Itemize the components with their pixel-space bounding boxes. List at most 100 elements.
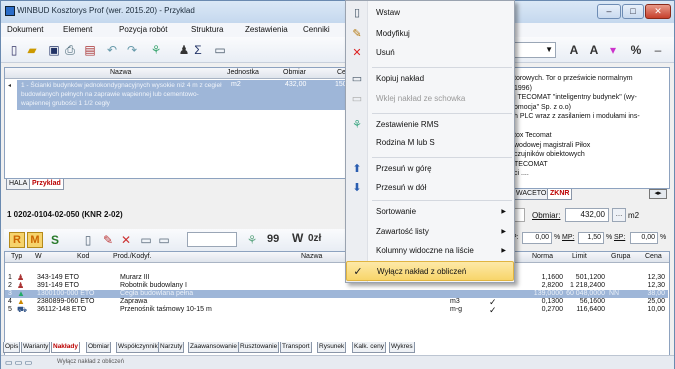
- obmiar-input[interactable]: 432,00: [565, 208, 609, 222]
- close-button[interactable]: ✕: [645, 4, 671, 19]
- menu-item[interactable]: Zawartość listy ▶: [346, 222, 514, 242]
- col-jednostka[interactable]: Jednostka: [227, 69, 259, 76]
- col-prod[interactable]: Prod./Kodyf.: [113, 253, 152, 260]
- percent-icon[interactable]: %: [629, 43, 643, 57]
- resource-search-input[interactable]: [187, 232, 237, 247]
- col-nazwa[interactable]: Nazwa: [110, 69, 131, 76]
- bottom-tab[interactable]: Rusztowanie: [238, 342, 280, 353]
- filter-icon[interactable]: ▾: [606, 43, 620, 57]
- expand-arrow-icon[interactable]: ◂: [8, 82, 11, 89]
- redo-icon[interactable]: ↷: [125, 43, 139, 57]
- menu-dokument[interactable]: Dokument: [7, 25, 43, 34]
- sum-icon[interactable]: Σ: [191, 43, 205, 57]
- table-row[interactable]: ♟ 2 391-149 ETO Robotnik budowlany I 2,8200 1…: [5, 281, 668, 290]
- copy-resource-icon[interactable]: ▭: [139, 233, 153, 247]
- filter-w-button[interactable]: W: [292, 231, 303, 245]
- obmiar-calc-button[interactable]: …: [612, 208, 626, 222]
- p-percent: %: [554, 234, 561, 241]
- menu-cenniki[interactable]: Cenniki: [303, 25, 330, 34]
- materials-icon[interactable]: ⚘: [149, 43, 163, 57]
- open-folder-icon[interactable]: ▰: [25, 43, 39, 57]
- p-input[interactable]: 0,00: [522, 232, 552, 244]
- tab-zknr[interactable]: ZKNR: [547, 189, 573, 200]
- bottom-tab[interactable]: Transport: [280, 342, 312, 353]
- table-row[interactable]: ▲ 4 2380899-060 ETO Zaprawa m3 0,1300 56,1600 2…: [5, 297, 668, 307]
- menu-item[interactable]: Sortowanie ▶: [346, 202, 514, 222]
- menu-struktura[interactable]: Struktura: [191, 25, 223, 34]
- bottom-tab[interactable]: Kalk. ceny: [352, 342, 386, 353]
- edit-doc-icon[interactable]: ✎: [101, 233, 115, 247]
- sp-input[interactable]: 0,00: [630, 232, 658, 244]
- menu-pozycja[interactable]: Pozycja robót: [119, 25, 167, 34]
- col-grupa[interactable]: Grupa: [611, 253, 630, 260]
- col-typ[interactable]: Typ: [11, 253, 22, 260]
- bottom-tab[interactable]: Wykres: [389, 342, 415, 353]
- minimize-button[interactable]: –: [597, 4, 621, 19]
- print-icon[interactable]: ⎙: [63, 43, 77, 57]
- context-menu: ▯ Wstaw ✎ Modyfikuj ✕ Usuń ▭ Kopiuj nakład ▭ Wkle…: [345, 0, 515, 283]
- tab-hala[interactable]: HALA: [6, 179, 31, 190]
- col-grid-nazwa[interactable]: Nazwa: [301, 253, 322, 260]
- font-a-icon[interactable]: A: [567, 43, 581, 57]
- more-icon[interactable]: –: [651, 43, 665, 57]
- elements-grid-header: Nazwa Jednostka Obmiar Cer: [5, 68, 349, 79]
- page-icon[interactable]: ▭: [213, 43, 227, 57]
- menu-item[interactable]: ⬆ Przesuń w górę: [346, 159, 514, 179]
- bottom-tab[interactable]: Narzuty: [158, 342, 185, 353]
- col-obmiar[interactable]: Obmiar: [283, 69, 306, 76]
- obmiar-label[interactable]: Obmiar:: [532, 211, 560, 220]
- table-row[interactable]: ⛟ 5 36112-148 ETO Przenośnik taśmowy 10-15 …: [5, 305, 668, 316]
- panel-toggle-button[interactable]: ◂▸: [649, 189, 667, 199]
- bottom-tab[interactable]: Nakłady: [51, 342, 80, 353]
- filter-99-button[interactable]: 99: [267, 233, 279, 245]
- menu-item[interactable]: ⬇ Przesuń w dół: [346, 178, 514, 198]
- table-row[interactable]: ▲ 3 1300100-000 ETO Cegła budowlana pełna 13…: [5, 289, 668, 298]
- bottom-tab[interactable]: Opis: [3, 342, 21, 353]
- save-icon[interactable]: ▣: [47, 43, 61, 57]
- menu-item[interactable]: ▭ Kopiuj nakład: [346, 69, 514, 89]
- undo-icon[interactable]: ↶: [105, 43, 119, 57]
- delete-resource-icon[interactable]: ✕: [119, 233, 133, 247]
- menu-item[interactable]: ✕ Usuń: [346, 43, 514, 63]
- mp-label[interactable]: MP:: [562, 234, 574, 241]
- preview-icon[interactable]: ▤: [83, 43, 97, 57]
- col-limit[interactable]: Limit: [572, 253, 587, 260]
- up-arrow-icon: ⬆: [352, 163, 362, 175]
- col-w[interactable]: W: [35, 253, 42, 260]
- menu-item[interactable]: Kolumny widoczne na liście ▶: [346, 241, 514, 261]
- enabled-check-icon[interactable]: ✓: [489, 305, 497, 316]
- menu-item[interactable]: ⚘ Zestawienie RMS: [346, 115, 514, 135]
- col-cena-grid[interactable]: Cena: [645, 253, 662, 260]
- sp-label[interactable]: SP:: [614, 234, 625, 241]
- bottom-tab[interactable]: Obmiar: [86, 342, 112, 353]
- filter-s-button[interactable]: S: [47, 232, 63, 248]
- paste-resource-icon[interactable]: ▭: [157, 233, 171, 247]
- toolbar-combo[interactable]: ▼: [514, 42, 556, 58]
- maximize-button[interactable]: □: [622, 4, 644, 19]
- rms-toolbar-icon[interactable]: ⚘: [245, 233, 259, 247]
- selected-position-row[interactable]: 1 - Ścianki budynków jednokondygnacyjnyc…: [17, 80, 347, 110]
- filter-r-button[interactable]: R: [9, 232, 25, 248]
- check-icon: ✓: [353, 266, 363, 278]
- bottom-tab[interactable]: Rysunek: [317, 342, 347, 353]
- font-a-large-icon[interactable]: A: [587, 43, 601, 57]
- filter-m-button[interactable]: M: [27, 232, 43, 248]
- worker-icon[interactable]: ♟: [177, 43, 191, 57]
- menu-item[interactable]: ✎ Modyfikuj: [346, 24, 514, 44]
- bottom-tab[interactable]: Zaawansowanie: [188, 342, 239, 353]
- table-row[interactable]: ♟ 1 343-149 ETO Murarz III 1,1600 501,1200 12,…: [5, 273, 668, 282]
- bottom-tab[interactable]: Warianty: [21, 342, 51, 353]
- menu-zestawienia[interactable]: Zestawienia: [245, 25, 288, 34]
- menu-item[interactable]: ▯ Wstaw: [346, 3, 514, 23]
- doc-icon[interactable]: ▯: [81, 233, 95, 247]
- menu-item[interactable]: ✓ Wyłącz nakład z obliczeń: [346, 261, 514, 281]
- menu-item[interactable]: Rodzina M lub S: [346, 133, 514, 153]
- col-norma[interactable]: Norma: [532, 253, 553, 260]
- mp-input[interactable]: 1,50: [578, 232, 604, 244]
- filter-zl-button[interactable]: 0zł: [308, 233, 321, 244]
- col-kod[interactable]: Kod: [77, 253, 89, 260]
- new-document-icon[interactable]: ▯: [7, 43, 21, 57]
- bottom-tab[interactable]: Współczynniki: [116, 342, 162, 353]
- menu-element[interactable]: Element: [63, 25, 92, 34]
- tab-przyklad[interactable]: Przyklad: [29, 179, 64, 190]
